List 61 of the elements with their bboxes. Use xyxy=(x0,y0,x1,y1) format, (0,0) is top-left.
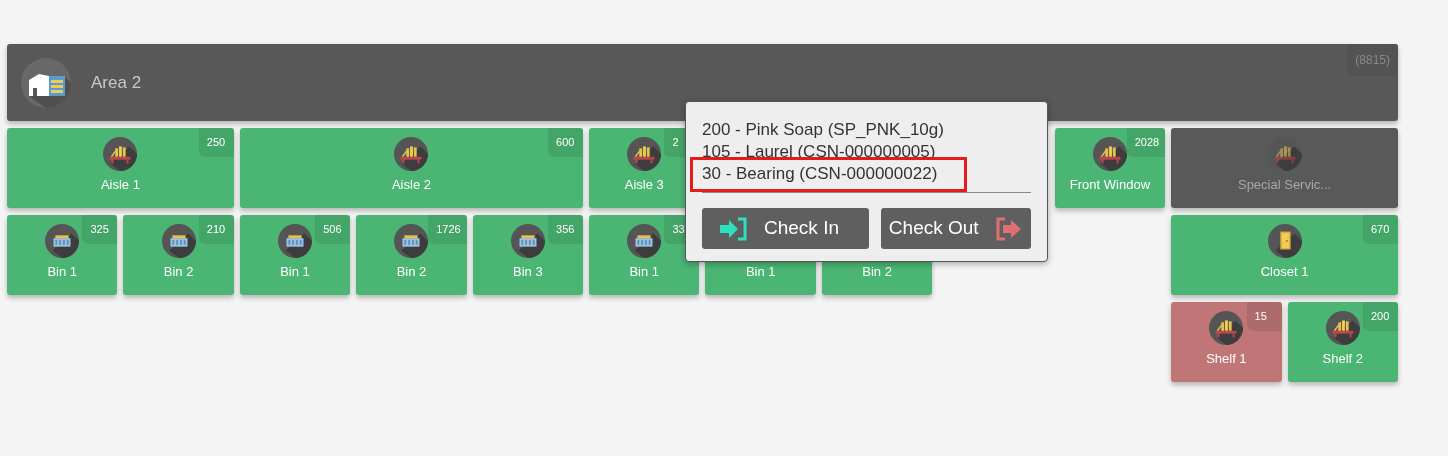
crate-icon xyxy=(278,223,313,258)
crate-icon xyxy=(161,223,196,258)
location-tile[interactable]: 325 Bin 1 xyxy=(7,215,118,295)
tile-label: Bin 1 xyxy=(629,262,660,281)
tile-label: Bin 3 xyxy=(513,262,543,281)
tile-label: Aisle 2 xyxy=(391,175,431,194)
count-badge: 506 xyxy=(315,215,351,244)
count-badge: 200 xyxy=(1363,302,1398,331)
check-in-button[interactable]: Check In xyxy=(702,208,869,249)
location-tile[interactable]: 670 Closet 1 xyxy=(1171,215,1398,295)
bookshelf-icon xyxy=(103,136,138,171)
door-icon xyxy=(1267,223,1302,258)
tile-label: Bin 1 xyxy=(47,262,77,281)
tile-label: Bin 2 xyxy=(396,262,427,281)
count-badge: 325 xyxy=(82,215,118,244)
tile-label: Bin 2 xyxy=(862,262,892,281)
bookshelf-icon xyxy=(394,136,429,171)
tile-label: Shelf 1 xyxy=(1206,349,1247,368)
bookshelf-icon xyxy=(1092,136,1127,171)
count-badge: 356 xyxy=(548,215,584,244)
area-title: Area 2 xyxy=(91,71,142,94)
location-tile[interactable]: 210 Bin 2 xyxy=(123,215,234,295)
sign-out-icon xyxy=(994,216,1023,241)
location-tile[interactable]: 200 Shelf 2 xyxy=(1287,302,1398,382)
crate-icon xyxy=(627,223,662,258)
location-tile[interactable]: 506 Bin 1 xyxy=(239,215,351,295)
location-tile[interactable]: 2028 Front Window xyxy=(1054,128,1166,208)
location-tile[interactable]: 600 Aisle 2 xyxy=(239,128,584,208)
count-badge: 250 xyxy=(198,128,234,157)
check-out-button[interactable]: Check Out xyxy=(880,208,1031,249)
tile-label: Aisle 1 xyxy=(100,175,140,194)
tile-label: Closet 1 xyxy=(1260,262,1309,281)
count-badge: 600 xyxy=(548,128,584,157)
bookshelf-icon xyxy=(1325,310,1360,345)
location-tile[interactable]: 1726 Bin 2 xyxy=(356,215,467,295)
location-tile[interactable]: 250 Aisle 1 xyxy=(7,128,234,208)
crate-icon xyxy=(394,223,429,258)
sign-in-icon xyxy=(718,216,748,241)
crate-icon xyxy=(510,223,545,258)
tile-label: Bin 1 xyxy=(280,262,310,281)
count-badge: 670 xyxy=(1363,215,1398,244)
location-tile[interactable]: 15 Shelf 1 xyxy=(1171,302,1282,382)
item-line: 105 - Laurel (CSN-000000005) xyxy=(702,141,937,163)
count-badge: 15 xyxy=(1246,302,1282,331)
bookshelf-icon xyxy=(627,136,662,171)
bookshelf-icon xyxy=(1209,310,1244,345)
crate-icon xyxy=(45,223,80,258)
location-tile[interactable]: 33 Bin 1 xyxy=(589,215,700,295)
tile-label: Special Servic... xyxy=(1237,175,1332,194)
item-line: 200 - Pink Soap (SP_PNK_10g) xyxy=(702,119,945,141)
tile-label: Bin 2 xyxy=(163,262,194,281)
tile-label: Shelf 2 xyxy=(1322,349,1363,368)
tile-label: Bin 1 xyxy=(745,262,776,281)
item-line: 30 - Bearing (CSN-000000022) xyxy=(702,163,939,185)
tile-label: Front Window xyxy=(1069,175,1151,194)
count-badge: 1726 xyxy=(428,215,467,244)
location-tile[interactable]: 356 Bin 3 xyxy=(472,215,584,295)
warehouse-icon xyxy=(21,57,71,108)
count-badge: 2028 xyxy=(1126,128,1166,157)
tile-label: Aisle 3 xyxy=(624,175,664,194)
count-badge: 210 xyxy=(198,215,234,244)
